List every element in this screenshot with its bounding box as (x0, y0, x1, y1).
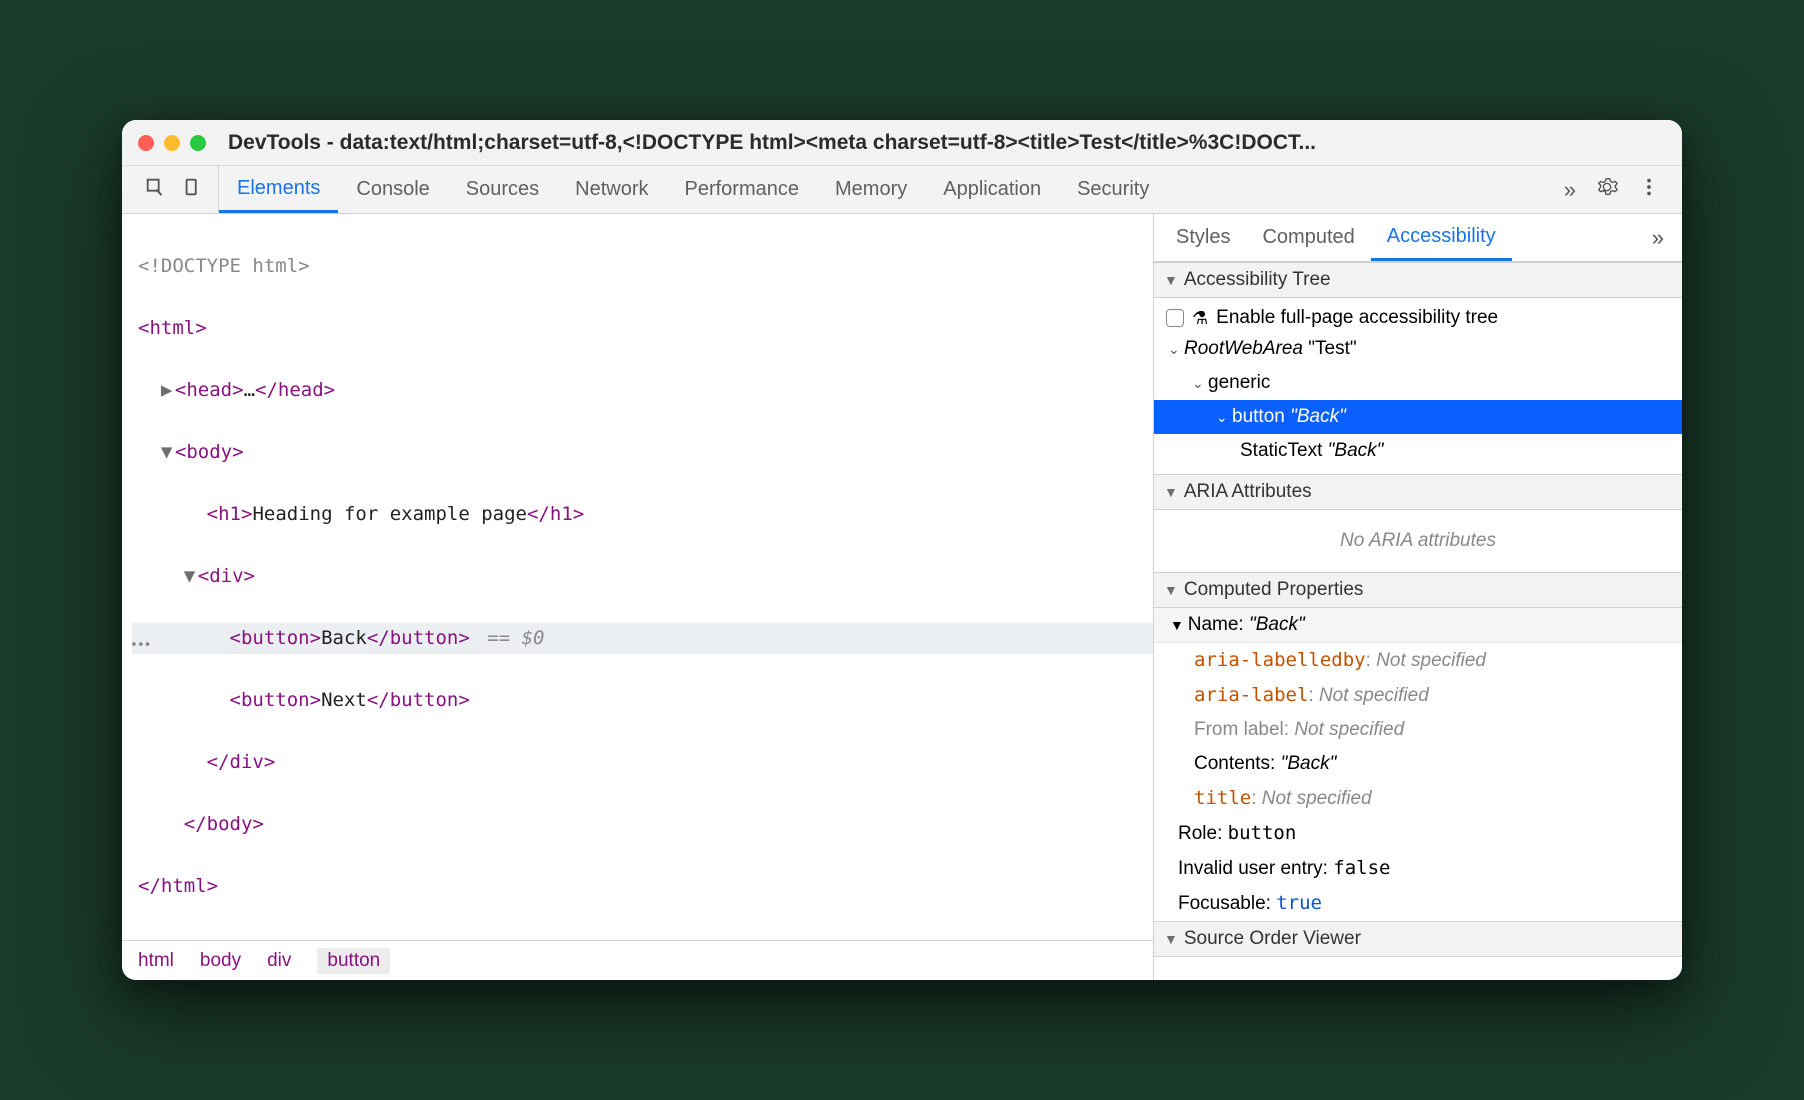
dom-tree[interactable]: <!DOCTYPE html> <html> ▶<head>…</head> ▼… (122, 214, 1153, 940)
more-tabs-icon[interactable] (1564, 177, 1576, 203)
minimize-window-button[interactable] (164, 135, 180, 151)
content-area: <!DOCTYPE html> <html> ▶<head>…</head> ▼… (122, 214, 1682, 980)
dom-selected-node[interactable]: <button>Back</button> == $0 (132, 623, 1153, 654)
maximize-window-button[interactable] (190, 135, 206, 151)
tab-network[interactable]: Network (557, 166, 666, 213)
prop-aria-label: aria-label: Not specified (1154, 678, 1682, 713)
tab-memory[interactable]: Memory (817, 166, 925, 213)
sidebar-panel: Styles Computed Accessibility ▼Accessibi… (1154, 214, 1682, 980)
crumb-body[interactable]: body (200, 950, 241, 972)
section-accessibility-tree[interactable]: ▼Accessibility Tree (1154, 262, 1682, 298)
inspect-element-icon[interactable] (144, 176, 166, 204)
kebab-menu-icon[interactable] (1638, 176, 1660, 204)
prop-from-label: From label: Not specified (1154, 713, 1682, 747)
tab-security[interactable]: Security (1059, 166, 1167, 213)
enable-fullpage-tree-label: Enable full-page accessibility tree (1216, 307, 1498, 329)
prop-title: title: Not specified (1154, 781, 1682, 816)
tree-static-text[interactable]: StaticText "Back" (1154, 434, 1682, 468)
side-tab-styles[interactable]: Styles (1160, 214, 1246, 261)
dom-h1[interactable]: h1 (218, 503, 241, 525)
side-tab-computed[interactable]: Computed (1246, 214, 1370, 261)
tab-console[interactable]: Console (338, 166, 447, 213)
side-more-tabs-icon[interactable] (1640, 225, 1676, 251)
elements-panel: <!DOCTYPE html> <html> ▶<head>…</head> ▼… (122, 214, 1154, 980)
enable-fullpage-tree-row[interactable]: ⚗ Enable full-page accessibility tree (1154, 304, 1682, 332)
close-window-button[interactable] (138, 135, 154, 151)
dom-head[interactable]: head (186, 379, 232, 401)
aria-empty-text: No ARIA attributes (1154, 516, 1682, 566)
crumb-button[interactable]: button (317, 948, 390, 974)
dom-div[interactable]: div (209, 565, 243, 587)
tree-root[interactable]: ⌄RootWebArea "Test" (1154, 332, 1682, 366)
side-tab-accessibility[interactable]: Accessibility (1371, 214, 1512, 261)
computed-name-row[interactable]: ▼ Name: "Back" (1154, 608, 1682, 643)
prop-aria-labelledby: aria-labelledby: Not specified (1154, 643, 1682, 678)
crumb-html[interactable]: html (138, 950, 174, 972)
dom-button-next[interactable]: button (241, 689, 310, 711)
prop-focusable: Focusable: true (1154, 886, 1682, 921)
devtools-window: DevTools - data:text/html;charset=utf-8,… (122, 120, 1682, 980)
crumb-div[interactable]: div (267, 950, 291, 972)
device-toolbar-icon[interactable] (182, 176, 204, 204)
tab-application[interactable]: Application (925, 166, 1059, 213)
window-controls (138, 135, 206, 151)
main-tab-bar: Elements Console Sources Network Perform… (122, 166, 1682, 214)
settings-icon[interactable] (1596, 176, 1618, 204)
prop-invalid: Invalid user entry: false (1154, 851, 1682, 886)
dom-body[interactable]: body (186, 441, 232, 463)
enable-fullpage-tree-checkbox[interactable] (1166, 309, 1184, 327)
section-source-order-viewer[interactable]: ▼Source Order Viewer (1154, 921, 1682, 957)
titlebar: DevTools - data:text/html;charset=utf-8,… (122, 120, 1682, 166)
tree-generic[interactable]: ⌄generic (1154, 366, 1682, 400)
tab-sources[interactable]: Sources (448, 166, 557, 213)
sidebar-tab-bar: Styles Computed Accessibility (1154, 214, 1682, 262)
tab-performance[interactable]: Performance (667, 166, 818, 213)
flask-icon: ⚗ (1192, 308, 1208, 329)
breadcrumb: html body div button (122, 940, 1153, 980)
section-aria-attributes[interactable]: ▼ARIA Attributes (1154, 474, 1682, 510)
tree-button-selected[interactable]: ⌄button "Back" (1154, 400, 1682, 434)
tab-elements[interactable]: Elements (219, 166, 338, 213)
prop-contents: Contents: "Back" (1154, 747, 1682, 781)
window-title: DevTools - data:text/html;charset=utf-8,… (228, 131, 1666, 155)
dom-doctype[interactable]: <!DOCTYPE html> (138, 255, 310, 277)
prop-role: Role: button (1154, 816, 1682, 851)
dom-html-open[interactable]: html (149, 317, 195, 339)
section-computed-properties[interactable]: ▼Computed Properties (1154, 572, 1682, 608)
